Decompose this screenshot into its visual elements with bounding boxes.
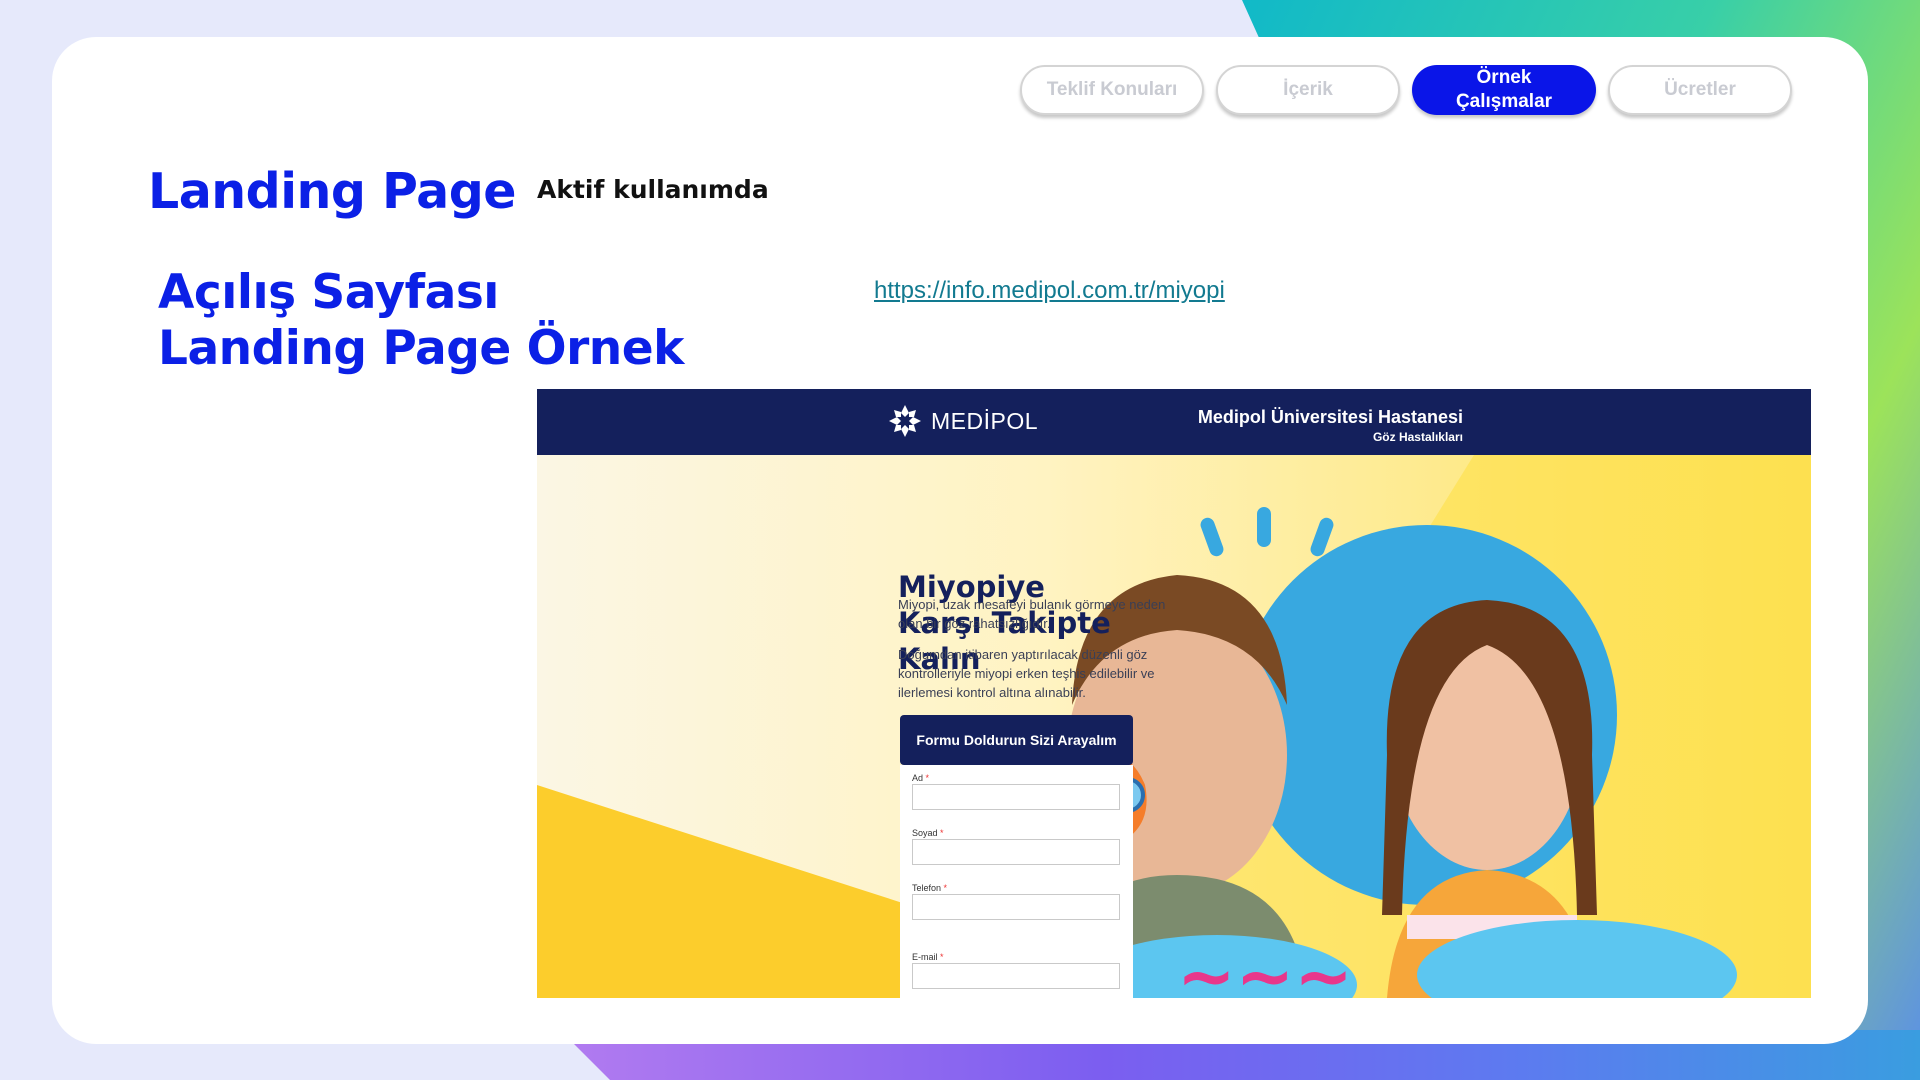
landing-page-screenshot: MEDİPOL Medipol Üniversitesi Hastanesi G… [537, 389, 1811, 998]
contact-form: Ad * Soyad * Telefon * [900, 765, 1133, 935]
field-label-email: E-mail * [912, 952, 944, 962]
email-input[interactable] [912, 963, 1120, 989]
landing-hero: ~~~ Miyopiye Karşı Takipte Kalın Miyopi,… [537, 455, 1811, 998]
field-label-telefon: Telefon * [912, 883, 948, 893]
tab-icerik[interactable]: İçerik [1216, 65, 1400, 115]
tab-teklif-konulari[interactable]: Teklif Konuları [1020, 65, 1204, 115]
tab-ornek-calismalar[interactable]: Örnek Çalışmalar [1412, 65, 1596, 115]
tab-ucretler[interactable]: Ücretler [1608, 65, 1792, 115]
landing-header: MEDİPOL Medipol Üniversitesi Hastanesi G… [537, 389, 1811, 455]
field-label-soyad: Soyad * [912, 828, 944, 838]
hero-paragraph-1: Miyopi, uzak mesafeyi bulanık görmeye ne… [898, 597, 1166, 631]
logo-text: MEDİPOL [931, 407, 1039, 434]
medipol-logo-icon [889, 405, 921, 437]
surname-input[interactable] [912, 839, 1120, 865]
form-body-continued: E-mail * [900, 935, 1133, 998]
kids-illustration: ~~~ [1054, 507, 1737, 998]
hero-paragraph-2: Doğumdan itibaren yaptırılacak düzenli g… [898, 647, 1155, 700]
field-label-ad: Ad * [912, 773, 930, 783]
page-title: Landing Page [148, 163, 517, 220]
hospital-info: Medipol Üniversitesi Hastanesi Göz Hasta… [1198, 407, 1463, 444]
department-name: Göz Hastalıkları [1372, 430, 1463, 444]
name-input[interactable] [912, 784, 1120, 810]
svg-text:~~~: ~~~ [1177, 935, 1353, 998]
status-text: Aktif kullanımda [537, 175, 769, 204]
hospital-name: Medipol Üniversitesi Hastanesi [1197, 407, 1463, 427]
nav-tabs: Teklif Konuları İçerik Örnek Çalışmalar … [1020, 65, 1792, 115]
form-header: Formu Doldurun Sizi Arayalım [900, 715, 1133, 765]
phone-input[interactable] [912, 894, 1120, 920]
medipol-logo: MEDİPOL [887, 403, 1038, 439]
example-url-link[interactable]: https://info.medipol.com.tr/miyopi [874, 277, 1225, 305]
section-subtitle: Açılış Sayfası Landing Page Örnek [158, 265, 684, 376]
